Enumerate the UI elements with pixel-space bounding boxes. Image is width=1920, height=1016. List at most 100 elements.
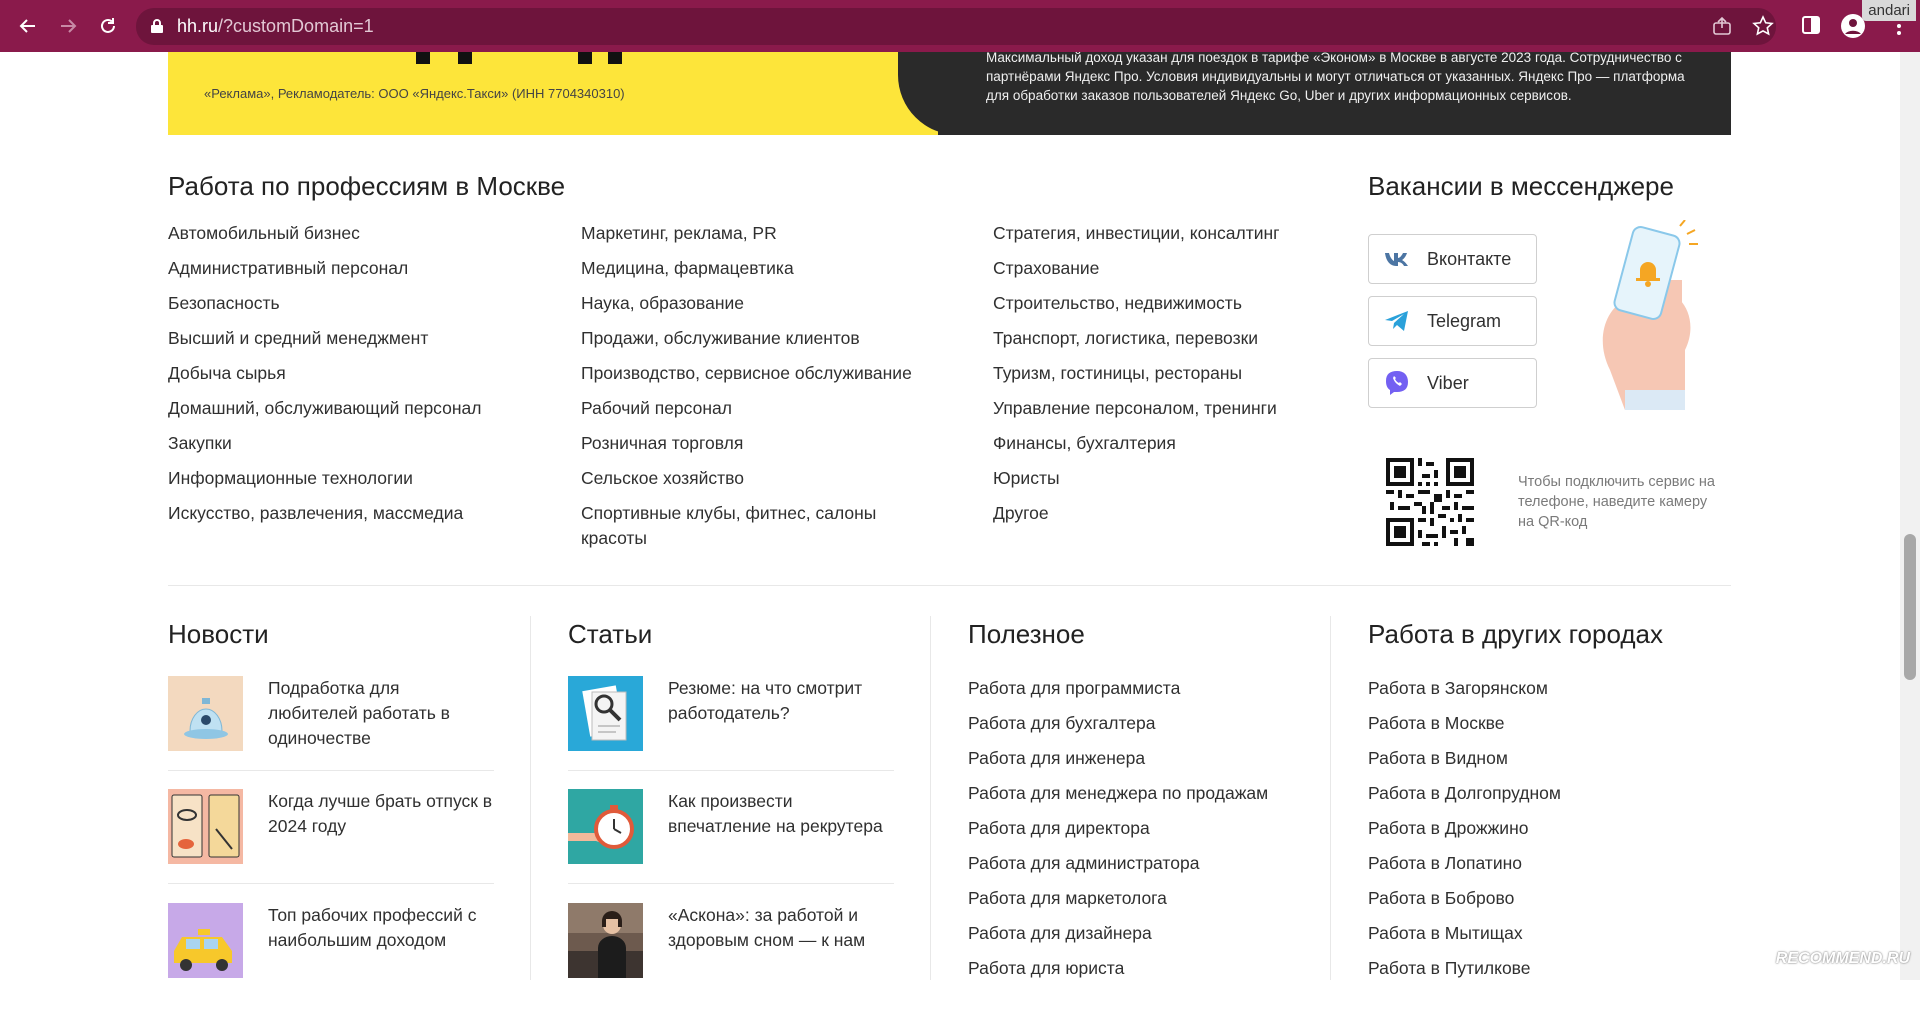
news-thumbnail: [168, 789, 243, 864]
news-thumbnail: [168, 903, 243, 978]
useful-link[interactable]: Работа для менеджера по продажам: [968, 776, 1308, 811]
browser-toolbar: hh.ru/?customDomain=1 andari: [0, 0, 1920, 52]
useful-link[interactable]: Работа для дизайнера: [968, 916, 1308, 951]
column-divider: [530, 616, 531, 980]
profession-link[interactable]: Производство, сервисное обслуживание: [581, 356, 941, 391]
article-thumbnail: [568, 903, 643, 978]
article-item[interactable]: Резюме: на что смотрит работодатель?: [568, 676, 894, 789]
share-icon[interactable]: [1712, 16, 1732, 41]
news-item[interactable]: Топ рабочих профессий с наибольшим доход…: [168, 903, 494, 1016]
messenger-title: Вакансии в мессенджере: [1368, 171, 1674, 202]
professions-col-2: Маркетинг, реклама, PR Медицина, фармаце…: [581, 216, 941, 551]
article-text: Как произвести впечатление на рекрутера: [668, 789, 893, 839]
scrollbar-thumb[interactable]: [1904, 534, 1916, 680]
city-link[interactable]: Работа в Путилкове: [1368, 951, 1708, 986]
profession-link[interactable]: Информационные технологии: [168, 461, 568, 496]
news-item[interactable]: Когда лучше брать отпуск в 2024 году: [168, 789, 494, 902]
profession-link[interactable]: Домашний, обслуживающий персонал: [168, 391, 568, 426]
professions-title: Работа по профессиям в Москве: [168, 171, 565, 202]
profession-link[interactable]: Транспорт, логистика, перевозки: [993, 321, 1333, 356]
useful-link[interactable]: Работа для бухгалтера: [968, 706, 1308, 741]
city-link[interactable]: Работа в Видном: [1368, 741, 1708, 776]
useful-link[interactable]: Работа для инженера: [968, 741, 1308, 776]
vk-label: Вконтакте: [1427, 249, 1511, 270]
banner-glyph-shape: [578, 52, 592, 64]
news-text: Подработка для любителей работать в один…: [268, 676, 493, 751]
useful-list: Работа для программиста Работа для бухга…: [968, 671, 1308, 986]
article-thumbnail: [568, 789, 643, 864]
profession-link[interactable]: Рабочий персонал: [581, 391, 941, 426]
profession-link[interactable]: Закупки: [168, 426, 568, 461]
column-divider: [1330, 616, 1331, 980]
forward-arrow-icon[interactable]: [52, 10, 84, 42]
article-separator: [568, 883, 894, 884]
useful-link[interactable]: Работа для администратора: [968, 846, 1308, 881]
profession-link[interactable]: Строительство, недвижимость: [993, 286, 1333, 321]
profession-link[interactable]: Маркетинг, реклама, PR: [581, 216, 941, 251]
city-link[interactable]: Работа в Мытищах: [1368, 916, 1708, 951]
city-link[interactable]: Работа в Боброво: [1368, 881, 1708, 916]
ad-disclaimer: «Реклама», Рекламодатель: ООО «Яндекс.Та…: [204, 86, 625, 101]
profession-link[interactable]: Добыча сырья: [168, 356, 568, 391]
useful-link[interactable]: Работа для маркетолога: [968, 881, 1308, 916]
profession-link[interactable]: Другое: [993, 496, 1333, 531]
useful-title: Полезное: [968, 619, 1085, 650]
url-path: /?customDomain=1: [218, 16, 374, 36]
ad-text: Максимальный доход указан для поездок в …: [986, 52, 1686, 105]
viber-icon: [1383, 369, 1411, 397]
profession-link[interactable]: Продажи, обслуживание клиентов: [581, 321, 941, 356]
profession-link[interactable]: Стратегия, инвестиции, консалтинг: [993, 216, 1333, 251]
news-item[interactable]: Подработка для любителей работать в один…: [168, 676, 494, 789]
city-link[interactable]: Работа в Загорянском: [1368, 671, 1708, 706]
profession-link[interactable]: Наука, образование: [581, 286, 941, 321]
news-text: Топ рабочих профессий с наибольшим доход…: [268, 903, 493, 953]
useful-link[interactable]: Работа для юриста: [968, 951, 1308, 986]
address-bar[interactable]: [136, 8, 1776, 45]
news-thumbnail: [168, 676, 243, 751]
profession-link[interactable]: Автомобильный бизнес: [168, 216, 568, 251]
profession-link[interactable]: Страхование: [993, 251, 1333, 286]
news-separator: [168, 883, 494, 884]
profession-link[interactable]: Управление персоналом, тренинги: [993, 391, 1333, 426]
city-link[interactable]: Работа в Лопатино: [1368, 846, 1708, 881]
useful-link[interactable]: Работа для директора: [968, 811, 1308, 846]
viber-button[interactable]: Viber: [1368, 358, 1537, 408]
profession-link[interactable]: Финансы, бухгалтерия: [993, 426, 1333, 461]
profession-link[interactable]: Сельское хозяйство: [581, 461, 941, 496]
professions-col-3: Стратегия, инвестиции, консалтинг Страхо…: [993, 216, 1333, 531]
telegram-button[interactable]: Telegram: [1368, 296, 1537, 346]
lock-icon[interactable]: [150, 18, 164, 39]
city-link[interactable]: Работа в Долгопрудном: [1368, 776, 1708, 811]
profession-link[interactable]: Туризм, гостиницы, рестораны: [993, 356, 1333, 391]
back-arrow-icon[interactable]: [12, 10, 44, 42]
profession-link[interactable]: Медицина, фармацевтика: [581, 251, 941, 286]
profession-link[interactable]: Административный персонал: [168, 251, 568, 286]
useful-link[interactable]: Работа для программиста: [968, 671, 1308, 706]
article-thumbnail: [568, 676, 643, 751]
profession-link[interactable]: Юристы: [993, 461, 1333, 496]
profession-link[interactable]: Высший и средний менеджмент: [168, 321, 568, 356]
article-item[interactable]: Как произвести впечатление на рекрутера: [568, 789, 894, 902]
section-divider: [168, 585, 1731, 586]
ad-banner[interactable]: «Реклама», Рекламодатель: ООО «Яндекс.Та…: [168, 52, 1731, 135]
city-link[interactable]: Работа в Дрожжино: [1368, 811, 1708, 846]
side-panel-icon[interactable]: [1802, 16, 1820, 39]
phone-hand-illustration: [1585, 220, 1705, 410]
reload-icon[interactable]: [92, 10, 124, 42]
article-text: «Аскона»: за работой и здоровым сном — к…: [668, 903, 893, 953]
viber-label: Viber: [1427, 373, 1469, 394]
scrollbar-track[interactable]: [1900, 52, 1920, 980]
vk-button[interactable]: Вконтакте: [1368, 234, 1537, 284]
cities-list: Работа в Загорянском Работа в Москве Раб…: [1368, 671, 1708, 986]
profession-link[interactable]: Розничная торговля: [581, 426, 941, 461]
news-separator: [168, 770, 494, 771]
profession-link[interactable]: Безопасность: [168, 286, 568, 321]
bookmark-star-icon[interactable]: [1752, 15, 1774, 42]
banner-glyph-shape: [458, 52, 472, 64]
telegram-icon: [1383, 307, 1411, 335]
profession-link[interactable]: Искусство, развлечения, массмедиа: [168, 496, 568, 531]
url-text: hh.ru/?customDomain=1: [177, 16, 374, 37]
article-item[interactable]: «Аскона»: за работой и здоровым сном — к…: [568, 903, 894, 1016]
profession-link[interactable]: Спортивные клубы, фитнес, салоны красоты: [581, 496, 901, 551]
city-link[interactable]: Работа в Москве: [1368, 706, 1708, 741]
